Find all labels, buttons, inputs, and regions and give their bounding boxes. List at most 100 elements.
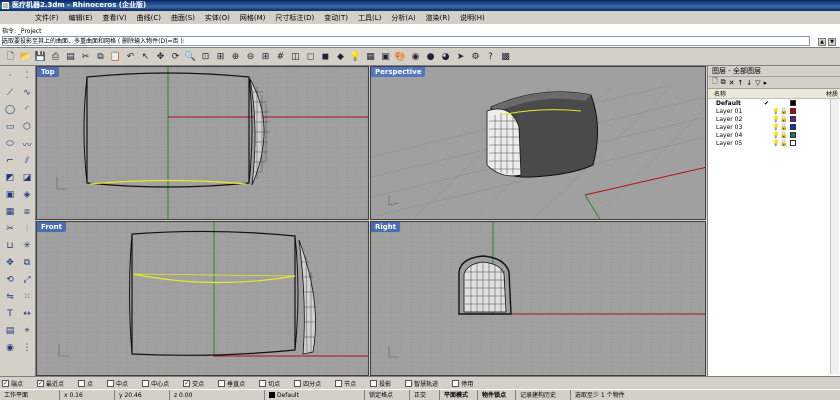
mirror-icon[interactable]: ⇋ bbox=[2, 289, 18, 305]
copy-icon[interactable]: ⧉ bbox=[94, 50, 107, 63]
curve-icon[interactable]: ∿ bbox=[19, 85, 35, 101]
menu-item[interactable]: 编辑(E) bbox=[64, 13, 98, 23]
osnap-option[interactable]: 智慧轨迹 bbox=[405, 379, 446, 388]
polyline-icon[interactable]: ⟋ bbox=[2, 85, 18, 101]
osnap-option[interactable]: 中心点 bbox=[142, 379, 177, 388]
layer-visible-icon[interactable]: 💡 bbox=[772, 116, 780, 123]
current-layer-check-icon[interactable]: ✔ bbox=[764, 100, 772, 107]
menu-item[interactable]: 网格(M) bbox=[235, 13, 271, 23]
zoom-selected-icon[interactable]: ⊕ bbox=[229, 50, 242, 63]
zoom-out-icon[interactable]: ⊖ bbox=[244, 50, 257, 63]
osnap-checkbox[interactable]: ✓ bbox=[2, 379, 9, 387]
menu-item[interactable]: 变动(T) bbox=[319, 13, 353, 23]
rectangle-icon[interactable]: ▭ bbox=[2, 119, 18, 135]
layer-row[interactable]: Layer 04 💡 🔓 bbox=[708, 131, 840, 139]
layer-color-swatch[interactable] bbox=[790, 116, 796, 122]
select-points-icon[interactable]: ⁚ bbox=[19, 68, 35, 84]
offset-icon[interactable]: ⫽ bbox=[19, 153, 35, 169]
dimension-icon[interactable]: ↔ bbox=[19, 306, 35, 322]
status-layer[interactable]: Default bbox=[265, 389, 365, 400]
scroll-up-icon[interactable]: ▲ bbox=[818, 38, 826, 46]
osnap-checkbox[interactable] bbox=[370, 379, 378, 387]
surface-icon[interactable]: ◩ bbox=[2, 170, 18, 186]
osnap-checkbox[interactable] bbox=[142, 379, 150, 387]
osnap-option[interactable]: ✓ 交点 bbox=[183, 379, 212, 388]
layer-color-swatch[interactable] bbox=[790, 100, 796, 106]
arc-icon[interactable]: ◜ bbox=[19, 102, 35, 118]
osnap-checkbox[interactable] bbox=[259, 379, 267, 387]
layer-row[interactable]: Layer 05 💡 🔓 bbox=[708, 139, 840, 147]
layer-visible-icon[interactable]: 💡 bbox=[772, 108, 780, 115]
menu-item[interactable]: 尺寸标注(D) bbox=[270, 13, 319, 23]
status-planar[interactable]: 平面模式 bbox=[440, 389, 478, 400]
polygon-icon[interactable]: ⬡ bbox=[19, 119, 35, 135]
osnap-option[interactable]: 停用 bbox=[452, 379, 481, 388]
tools-icon[interactable]: ⚙ bbox=[469, 50, 482, 63]
rotate-view-icon[interactable]: ⟳ bbox=[169, 50, 182, 63]
viewport-top-label[interactable]: Top bbox=[37, 67, 59, 77]
rotate-icon[interactable]: ⟲ bbox=[2, 272, 18, 288]
layer-visible-icon[interactable]: 💡 bbox=[772, 132, 780, 139]
layer-lock-icon[interactable]: 🔓 bbox=[780, 132, 788, 139]
layer-visible-icon[interactable]: 💡 bbox=[772, 140, 780, 147]
osnap-option[interactable]: ✓ 最近点 bbox=[37, 379, 72, 388]
menu-item[interactable]: 查看(V) bbox=[97, 13, 131, 23]
osnap-checkbox[interactable]: ✓ bbox=[37, 379, 45, 387]
new-sublayer-icon[interactable]: ⧉ bbox=[721, 78, 726, 87]
undo-icon[interactable]: ↶ bbox=[124, 50, 137, 63]
copy-object-icon[interactable]: ⧉ bbox=[19, 255, 35, 271]
layer-visible-icon[interactable]: 💡 bbox=[772, 124, 780, 131]
osnap-option[interactable]: 点 bbox=[78, 379, 101, 388]
arrow-icon[interactable]: ➤ bbox=[454, 50, 467, 63]
layer-lock-icon[interactable]: 🔓 bbox=[780, 140, 788, 147]
status-osnap[interactable]: 物件锁点 bbox=[478, 389, 516, 400]
viewport-right-label[interactable]: Right bbox=[371, 222, 401, 232]
layer-row[interactable]: Layer 02 💡 🔓 bbox=[708, 115, 840, 123]
status-grid-snap[interactable]: 锁定格点 bbox=[365, 389, 410, 400]
analyze-icon[interactable]: ⌖ bbox=[19, 323, 35, 339]
osnap-checkbox[interactable] bbox=[78, 379, 86, 387]
loft-icon[interactable]: ◪ bbox=[19, 170, 35, 186]
cplane-icon[interactable]: ◫ bbox=[289, 50, 302, 63]
viewport-right[interactable]: Right bbox=[370, 221, 706, 376]
osnap-checkbox[interactable] bbox=[107, 379, 115, 387]
menu-item[interactable]: 渲染(R) bbox=[421, 13, 455, 23]
trim-icon[interactable]: ✂ bbox=[2, 221, 18, 237]
ellipse-icon[interactable]: ⬭ bbox=[2, 136, 18, 152]
layer-lock-icon[interactable]: 🔓 bbox=[780, 116, 788, 123]
layer-tool-icon[interactable]: ▤ bbox=[2, 323, 18, 339]
layer-color-swatch[interactable] bbox=[790, 124, 796, 130]
layer-options-icon[interactable]: ▸ bbox=[764, 79, 768, 87]
osnap-checkbox[interactable] bbox=[405, 379, 413, 387]
grid-icon[interactable]: # bbox=[274, 50, 287, 63]
scroll-down-icon[interactable]: ▼ bbox=[828, 38, 836, 46]
status-ortho[interactable]: 正交 bbox=[410, 389, 440, 400]
layer-row[interactable]: Layer 01 💡 🔓 bbox=[708, 107, 840, 115]
layer-lock-icon[interactable]: 🔓 bbox=[780, 124, 788, 131]
layer-color-swatch[interactable] bbox=[790, 140, 796, 146]
shaded-icon[interactable]: ◼ bbox=[319, 50, 332, 63]
osnap-checkbox[interactable] bbox=[335, 379, 343, 387]
circle-icon[interactable]: ◯ bbox=[2, 102, 18, 118]
viewport-front[interactable]: Front bbox=[36, 221, 369, 376]
osnap-option[interactable]: 垂直点 bbox=[218, 379, 253, 388]
render-icon[interactable]: ● bbox=[424, 50, 437, 63]
osnap-option[interactable]: 四分点 bbox=[294, 379, 329, 388]
rendered-icon[interactable]: ◆ bbox=[334, 50, 347, 63]
osnap-checkbox[interactable] bbox=[452, 379, 460, 387]
layer-color-swatch[interactable] bbox=[790, 108, 796, 114]
point-icon[interactable]: · bbox=[2, 68, 18, 84]
import-icon[interactable]: ▤ bbox=[64, 50, 77, 63]
save-icon[interactable]: 💾 bbox=[34, 50, 47, 63]
print-icon[interactable]: ⎙ bbox=[49, 50, 62, 63]
zoom-window-icon[interactable]: ⊡ bbox=[199, 50, 212, 63]
zoom-extents-icon[interactable]: ⊞ bbox=[214, 50, 227, 63]
filter-icon[interactable]: ▽ bbox=[755, 79, 760, 87]
menu-item[interactable]: 分析(A) bbox=[386, 13, 420, 23]
layer-icon[interactable]: ▦ bbox=[364, 50, 377, 63]
array-icon[interactable]: ⁙ bbox=[19, 289, 35, 305]
layer-row[interactable]: Layer 03 💡 🔓 bbox=[708, 123, 840, 131]
boolean-icon[interactable]: ⧈ bbox=[19, 204, 35, 220]
osnap-checkbox[interactable]: ✓ bbox=[183, 379, 191, 387]
select-icon[interactable]: ↖ bbox=[139, 50, 152, 63]
